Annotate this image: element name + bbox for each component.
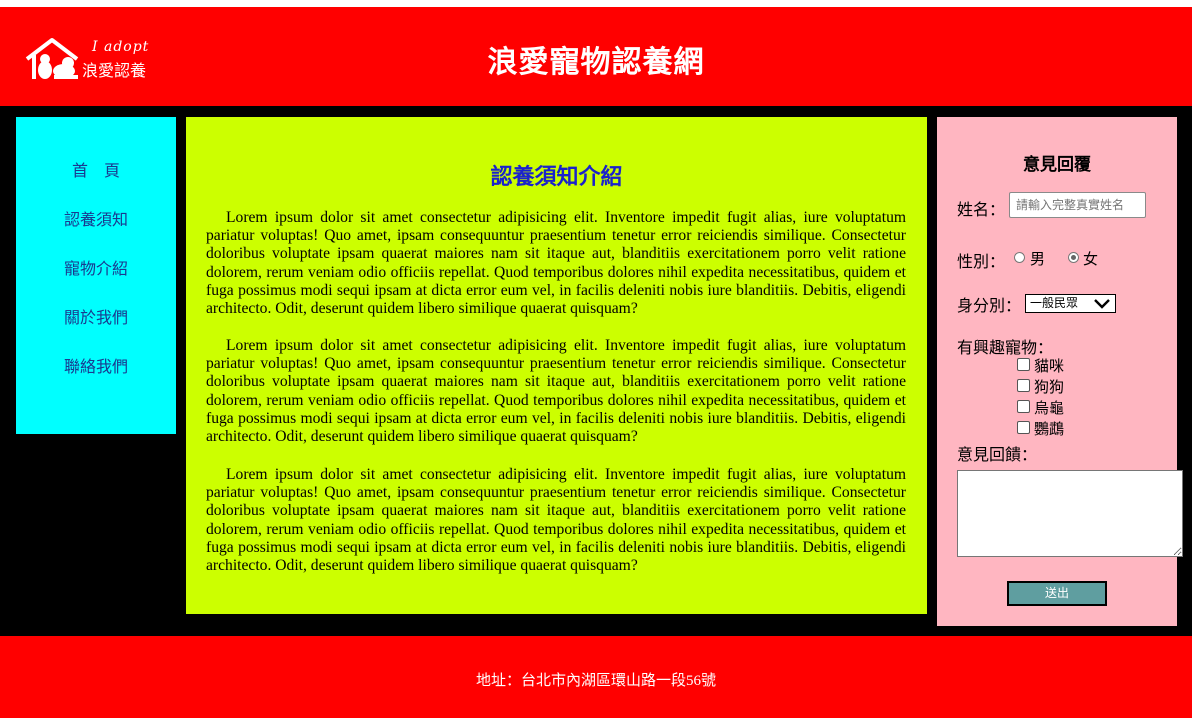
page-title: 認養須知介紹 [490, 165, 623, 190]
nav-item-pets[interactable]: 寵物介紹 [16, 255, 176, 279]
pet-checkbox-cat[interactable] [1017, 358, 1030, 371]
nav-item-adoption-notice[interactable]: 認養須知 [16, 206, 176, 230]
site-title: 浪愛寵物認養網 [487, 45, 705, 80]
sidebar-nav: 首 頁 認養須知 寵物介紹 關於我們 聯絡我們 [16, 117, 176, 434]
pet-option-dog: 狗狗 [1034, 378, 1065, 396]
gender-option-male: 男 [1030, 250, 1046, 268]
comment-textarea[interactable] [957, 470, 1183, 557]
submit-button[interactable]: 送出 [1007, 581, 1107, 606]
pet-checkbox-turtle[interactable] [1017, 400, 1030, 413]
feedback-form: 意見回覆 姓名： 性別： 男 女 身分別： 一般民眾 有興趣寵物： 貓咪 狗狗 … [937, 117, 1183, 626]
site-footer: 地址：台北市內湖區環山路一段56號 [0, 636, 1192, 718]
name-input[interactable] [1009, 192, 1146, 218]
comment-label: 意見回饋： [957, 445, 1038, 464]
pet-checkbox-parrot[interactable] [1017, 421, 1030, 434]
content-paragraph: Lorem ipsum dolor sit amet consectetur a… [206, 337, 906, 446]
nav-item-contact[interactable]: 聯絡我們 [16, 353, 176, 377]
nav-item-about[interactable]: 關於我們 [16, 304, 176, 328]
pet-option-parrot: 鸚鵡 [1034, 420, 1065, 438]
name-label: 姓名： [957, 200, 1006, 219]
pet-option-turtle: 烏龜 [1034, 399, 1065, 417]
chevron-down-icon [1094, 299, 1110, 309]
gender-radio-female[interactable] [1068, 252, 1079, 263]
main-content: 認養須知介紹 Lorem ipsum dolor sit amet consec… [186, 117, 927, 614]
identity-select[interactable]: 一般民眾 [1025, 294, 1116, 313]
top-strip [0, 0, 1192, 7]
gender-radio-male[interactable] [1014, 252, 1025, 263]
nav-item-home[interactable]: 首 頁 [16, 157, 176, 181]
content-paragraph: Lorem ipsum dolor sit amet consectetur a… [206, 466, 906, 575]
gender-option-female: 女 [1083, 250, 1099, 268]
site-header: I adopt 浪愛認養 浪愛寵物認養網 [0, 7, 1192, 106]
pet-checkbox-dog[interactable] [1017, 379, 1030, 392]
footer-address: 地址：台北市內湖區環山路一段56號 [475, 673, 716, 689]
gender-label: 性別： [957, 252, 1006, 271]
identity-selected-value: 一般民眾 [1030, 296, 1079, 310]
content-paragraph: Lorem ipsum dolor sit amet consectetur a… [206, 209, 906, 318]
pet-option-cat: 貓咪 [1034, 357, 1065, 375]
feedback-title: 意見回覆 [1023, 155, 1091, 175]
identity-label: 身分別： [957, 296, 1022, 315]
